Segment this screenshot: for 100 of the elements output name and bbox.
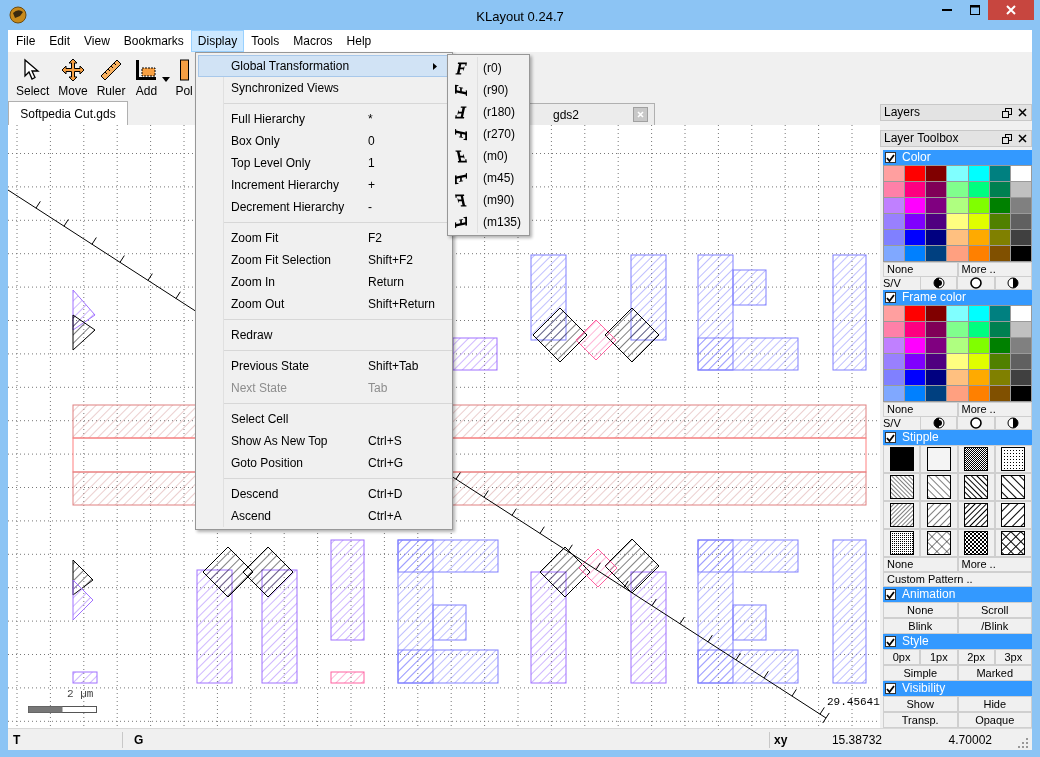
stipple-button[interactable]	[920, 501, 958, 529]
color-swatch[interactable]	[968, 322, 989, 337]
color-swatch[interactable]	[968, 182, 989, 197]
color-swatch[interactable]	[884, 370, 905, 385]
color-swatch[interactable]	[947, 338, 968, 353]
menu-item[interactable]: Tools	[244, 30, 287, 52]
color-swatch[interactable]	[947, 354, 968, 369]
color-swatch[interactable]	[968, 386, 989, 401]
menu-item[interactable]: Macros	[286, 30, 340, 52]
color-swatch[interactable]	[947, 306, 968, 321]
menu-item[interactable]: (r90)	[448, 79, 529, 101]
color-swatch[interactable]	[1010, 306, 1031, 321]
color-swatch[interactable]	[926, 230, 947, 245]
close-button[interactable]	[988, 0, 1034, 20]
menu-item[interactable]: Decrement Hierarchy -	[198, 196, 450, 218]
color-swatch[interactable]	[947, 182, 968, 197]
color-swatch[interactable]	[989, 166, 1010, 181]
custom-pattern-button[interactable]: Custom Pattern ..	[883, 572, 1032, 587]
menu-item[interactable]: Redraw	[198, 324, 450, 346]
close-tab-button[interactable]	[633, 107, 648, 122]
stipple-button[interactable]	[920, 529, 958, 557]
option-button[interactable]: Marked	[957, 665, 1032, 681]
color-swatch[interactable]	[905, 214, 926, 229]
color-swatch[interactable]	[947, 386, 968, 401]
close-icon[interactable]	[1018, 134, 1027, 143]
color-swatch[interactable]	[1010, 370, 1031, 385]
menu-item[interactable]: (m135)	[448, 211, 529, 233]
tool-button[interactable]: Ruler	[92, 58, 130, 98]
color-swatch[interactable]	[926, 246, 947, 261]
option-button[interactable]: Simple	[883, 665, 958, 681]
color-swatch[interactable]	[905, 370, 926, 385]
document-tab[interactable]: Softpedia Cut.gds	[8, 101, 128, 125]
color-swatch[interactable]	[905, 230, 926, 245]
menu-item[interactable]: (m0)	[448, 145, 529, 167]
option-button[interactable]: 3px	[994, 649, 1032, 665]
stipple-button[interactable]	[883, 501, 921, 529]
color-swatch[interactable]	[905, 322, 926, 337]
menu-item[interactable]: Show As New Top Ctrl+S	[198, 430, 450, 452]
menu-item[interactable]: (m45)	[448, 167, 529, 189]
menu-item[interactable]: Zoom Fit F2	[198, 227, 450, 249]
color-swatch[interactable]	[884, 214, 905, 229]
checkbox[interactable]	[885, 432, 896, 443]
color-swatch[interactable]	[926, 198, 947, 213]
menu-item[interactable]: Box Only 0	[198, 130, 450, 152]
color-swatch[interactable]	[926, 322, 947, 337]
resize-grip-icon[interactable]	[1018, 737, 1028, 748]
color-swatch[interactable]	[1010, 182, 1031, 197]
color-swatch[interactable]	[968, 246, 989, 261]
color-swatch[interactable]	[1010, 166, 1031, 181]
color-swatch[interactable]	[1010, 230, 1031, 245]
color-swatch[interactable]	[926, 166, 947, 181]
stipple-button[interactable]	[883, 445, 921, 473]
color-swatch[interactable]	[989, 322, 1010, 337]
color-swatch[interactable]	[1010, 214, 1031, 229]
option-button[interactable]: Transp.	[883, 712, 958, 728]
menu-item[interactable]: Zoom Fit Selection Shift+F2	[198, 249, 450, 271]
color-swatch[interactable]	[947, 166, 968, 181]
color-swatch[interactable]	[1010, 338, 1031, 353]
option-button[interactable]: 2px	[957, 649, 995, 665]
color-swatch[interactable]	[926, 386, 947, 401]
color-swatch[interactable]	[926, 370, 947, 385]
color-swatch[interactable]	[884, 354, 905, 369]
color-swatch[interactable]	[947, 246, 968, 261]
shade-button[interactable]	[994, 276, 1032, 290]
stipple-button[interactable]	[994, 473, 1032, 501]
color-swatch[interactable]	[989, 198, 1010, 213]
color-swatch[interactable]	[989, 370, 1010, 385]
color-swatch[interactable]	[905, 182, 926, 197]
color-swatch[interactable]	[989, 306, 1010, 321]
option-button[interactable]: Blink	[883, 618, 958, 634]
menu-item[interactable]: Help	[339, 30, 379, 52]
color-swatch[interactable]	[989, 386, 1010, 401]
stipple-button[interactable]	[920, 473, 958, 501]
caret-icon[interactable]	[162, 77, 171, 82]
color-swatch[interactable]	[884, 322, 905, 337]
menu-item[interactable]: File	[9, 30, 43, 52]
stipple-button[interactable]	[957, 501, 995, 529]
stipple-button[interactable]	[883, 529, 921, 557]
menu-item[interactable]: Top Level Only 1	[198, 152, 450, 174]
color-swatch[interactable]	[926, 182, 947, 197]
tool-button[interactable]: Add	[130, 58, 163, 98]
menu-item[interactable]: Full Hierarchy *	[198, 108, 450, 130]
color-swatch[interactable]	[926, 338, 947, 353]
color-swatch[interactable]	[947, 370, 968, 385]
checkbox[interactable]	[885, 636, 896, 647]
menu-item[interactable]: View	[77, 30, 117, 52]
shade-button[interactable]	[957, 276, 995, 290]
color-swatch[interactable]	[926, 214, 947, 229]
menu-item[interactable]: Zoom Out Shift+Return	[198, 293, 450, 315]
color-swatch[interactable]	[905, 166, 926, 181]
color-swatch[interactable]	[905, 246, 926, 261]
menu-item[interactable]: Previous State Shift+Tab	[198, 355, 450, 377]
color-swatch[interactable]	[947, 230, 968, 245]
menu-item[interactable]: (m90)	[448, 189, 529, 211]
option-button[interactable]: Show	[883, 696, 958, 712]
menu-item[interactable]: Zoom In Return	[198, 271, 450, 293]
color-swatch[interactable]	[989, 354, 1010, 369]
color-swatch[interactable]	[1010, 246, 1031, 261]
color-swatch[interactable]	[947, 198, 968, 213]
checkbox[interactable]	[885, 152, 896, 163]
